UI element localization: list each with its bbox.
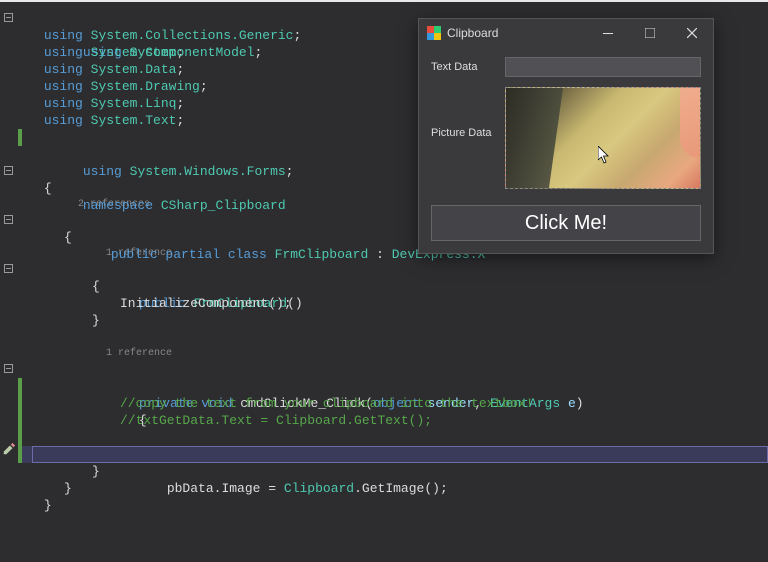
keyword-using: using bbox=[44, 113, 83, 128]
comment-line: //txtGetData.Text = Clipboard.GetText(); bbox=[120, 413, 432, 428]
pencil-icon bbox=[2, 442, 16, 456]
close-icon bbox=[687, 28, 697, 38]
namespace-ref: System.Data bbox=[91, 62, 177, 77]
click-me-button[interactable]: Click Me! bbox=[431, 205, 701, 241]
minimize-button[interactable] bbox=[587, 19, 629, 47]
maximize-button[interactable] bbox=[629, 19, 671, 47]
namespace-ref: System.Collections.Generic bbox=[91, 28, 294, 43]
text-data-label: Text Data bbox=[431, 61, 505, 73]
namespace-ref: System.ComponentModel bbox=[91, 45, 255, 60]
class-modifiers: public partial class bbox=[111, 247, 267, 262]
codelens-references[interactable]: 1 reference bbox=[36, 348, 172, 359]
window-title: Clipboard bbox=[447, 26, 498, 40]
keyword-using: using bbox=[44, 28, 83, 43]
change-marker bbox=[18, 129, 22, 146]
namespace-ref: System.Text bbox=[91, 113, 177, 128]
namespace-ref: System.Drawing bbox=[91, 79, 200, 94]
namespace-ref: System.Linq bbox=[91, 96, 177, 111]
keyword-using: using bbox=[44, 62, 83, 77]
namespace-name: CSharp_Clipboard bbox=[161, 198, 286, 213]
comment-line: //copy the text from your clipboard into… bbox=[120, 396, 533, 411]
cursor-icon bbox=[598, 146, 610, 164]
current-line[interactable]: pbData.Image = Clipboard.GetImage(); bbox=[22, 446, 768, 463]
maximize-icon bbox=[645, 28, 655, 38]
outline-collapse-icon[interactable] bbox=[4, 166, 13, 175]
close-button[interactable] bbox=[671, 19, 713, 47]
outline-collapse-icon[interactable] bbox=[4, 13, 13, 22]
outline-collapse-icon[interactable] bbox=[4, 215, 13, 224]
picture-data-label: Picture Data bbox=[431, 87, 505, 139]
clipboard-form-window[interactable]: Clipboard Text Data Picture Data bbox=[418, 18, 714, 254]
text-data-input[interactable] bbox=[505, 57, 701, 77]
change-marker bbox=[18, 446, 22, 463]
title-bar[interactable]: Clipboard bbox=[419, 19, 713, 47]
outline-collapse-icon[interactable] bbox=[4, 364, 13, 373]
picture-data-box[interactable] bbox=[505, 87, 701, 189]
keyword-namespace: namespace bbox=[83, 198, 153, 213]
keyword-using: using bbox=[44, 79, 83, 94]
app-icon bbox=[427, 26, 441, 40]
editor-gutter bbox=[0, 2, 22, 562]
outline-collapse-icon[interactable] bbox=[4, 264, 13, 273]
keyword-using: using bbox=[44, 45, 83, 60]
keyword-using: using bbox=[44, 96, 83, 111]
minimize-icon bbox=[603, 28, 613, 38]
class-name: FrmClipboard bbox=[275, 247, 369, 262]
method-call: InitializeComponent bbox=[120, 296, 268, 311]
